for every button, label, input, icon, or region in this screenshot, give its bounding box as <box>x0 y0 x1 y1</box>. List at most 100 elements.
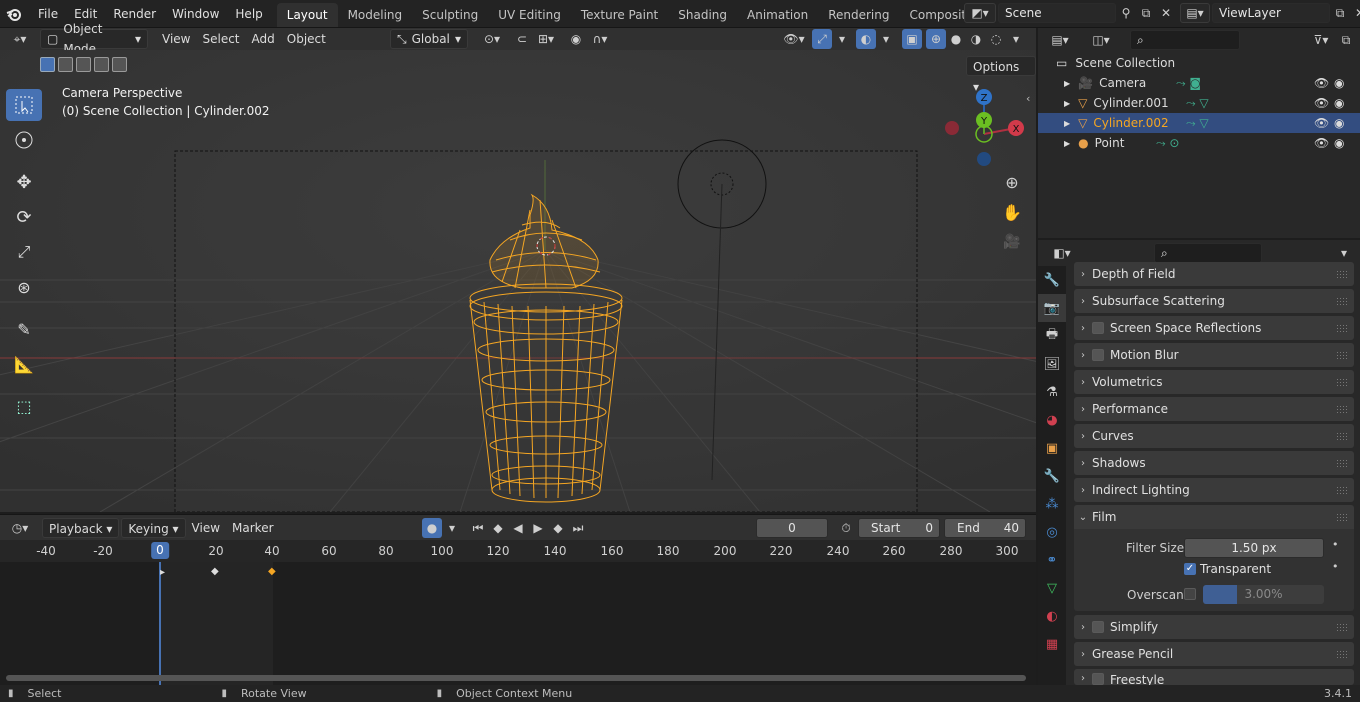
wireframe-shading-icon[interactable]: ⊕ <box>926 29 946 49</box>
film-header[interactable]: ⌄ Film <box>1074 505 1354 529</box>
drag-handle-icon[interactable] <box>1336 324 1348 332</box>
timeline-marker-menu[interactable]: Marker <box>226 518 279 538</box>
enable-checkbox[interactable] <box>1092 349 1104 361</box>
view-layer-field[interactable]: ViewLayer <box>1212 3 1330 23</box>
blender-logo-icon[interactable] <box>4 4 24 24</box>
frame-ruler[interactable]: -40 -20 0 20 40 60 80 100 120 140 160 18… <box>0 540 1036 562</box>
render-tab-icon[interactable]: 📷 <box>1038 294 1066 322</box>
play-reverse-icon[interactable]: ◀ <box>508 518 528 538</box>
particles-tab-icon[interactable]: ⁂ <box>1038 490 1066 518</box>
xray-toggle-icon[interactable]: ▣ <box>902 29 922 49</box>
keyframe-dot-icon[interactable]: • <box>1332 560 1339 573</box>
select-box-tool-icon[interactable] <box>6 89 42 121</box>
visibility-icon[interactable]: 👁▾ <box>780 29 808 49</box>
current-frame-field[interactable]: 0 <box>756 518 828 538</box>
render-camera-icon[interactable]: ◉ <box>1334 136 1344 150</box>
constraints-tab-icon[interactable]: ⚭ <box>1038 546 1066 574</box>
overlay-dropdown-icon[interactable]: ▾ <box>876 29 896 49</box>
select-intersect-icon[interactable] <box>112 57 127 72</box>
shading-dropdown-icon[interactable]: ▾ <box>1006 29 1026 49</box>
overlay-toggle-icon[interactable]: ◐ <box>856 29 876 49</box>
solid-shading-icon[interactable]: ● <box>946 29 966 49</box>
menu-file[interactable]: File <box>30 0 66 28</box>
scene-selector-icon[interactable]: ◩▾ <box>964 3 996 23</box>
drag-handle-icon[interactable] <box>1336 623 1348 631</box>
keying-menu[interactable]: Keying ▾ <box>121 517 186 538</box>
tab-animation[interactable]: Animation <box>737 3 818 27</box>
tab-texture-paint[interactable]: Texture Paint <box>571 3 668 27</box>
ruler-current-frame[interactable]: 0 <box>151 542 169 559</box>
drag-handle-icon[interactable] <box>1336 459 1348 467</box>
falloff-icon[interactable]: ∩▾ <box>586 29 614 49</box>
new-collection-icon[interactable]: ⧉ <box>1336 30 1356 50</box>
record-icon[interactable]: ● <box>422 518 442 538</box>
panel-grease-pencil[interactable]: › Grease Pencil <box>1074 642 1354 666</box>
select-difference-icon[interactable] <box>94 57 109 72</box>
keyframe-dot-icon[interactable]: • <box>1332 538 1339 551</box>
panel-volumetrics[interactable]: › Volumetrics <box>1074 370 1354 394</box>
outliner-editor-icon[interactable]: ▤▾ <box>1044 30 1076 50</box>
outliner-item-cylinder-002[interactable]: ▶ ▽ Cylinder.002 ⤳ ▽ 👁 ◉ <box>1038 113 1360 133</box>
drag-handle-icon[interactable] <box>1336 378 1348 386</box>
select-new-icon[interactable] <box>40 57 55 72</box>
end-frame-field[interactable]: End 40 <box>944 518 1026 538</box>
timeline-scrollbar[interactable] <box>6 675 1026 681</box>
transparent-checkbox[interactable]: ✓ <box>1184 563 1196 575</box>
jump-end-icon[interactable]: ⏭ <box>568 518 588 538</box>
outliner-item-cylinder-001[interactable]: ▶ ▽ Cylinder.001 ⤳ ▽ 👁 ◉ <box>1038 93 1360 113</box>
render-camera-icon[interactable]: ◉ <box>1334 116 1344 130</box>
gizmo-toggle-icon[interactable]: ⤢ <box>812 29 832 49</box>
camera-view-icon[interactable]: 🎥 <box>1002 232 1022 252</box>
keyframe-0-icon[interactable]: ▸ <box>160 567 165 578</box>
collapse-sidebar-icon[interactable]: ‹ <box>1026 92 1030 105</box>
pan-hand-icon[interactable]: ✋ <box>1002 202 1022 222</box>
tab-sculpting[interactable]: Sculpting <box>412 3 488 27</box>
transform-tool-icon[interactable]: ⊛ <box>6 271 42 303</box>
tab-uv-editing[interactable]: UV Editing <box>488 3 571 27</box>
enable-checkbox[interactable] <box>1092 322 1104 334</box>
options-dropdown[interactable]: Options ▾ <box>966 56 1036 94</box>
jump-start-icon[interactable]: ⏮ <box>468 518 488 538</box>
pin-icon[interactable]: ⚲ <box>1116 3 1136 23</box>
texture-tab-icon[interactable]: ▦ <box>1038 630 1066 658</box>
modifier-tab-icon[interactable]: 🔧 <box>1038 462 1066 490</box>
snap-target-icon[interactable]: ⊞▾ <box>532 29 560 49</box>
gizmo-dropdown-icon[interactable]: ▾ <box>832 29 852 49</box>
keyframe-40-icon[interactable]: ◆ <box>268 566 276 577</box>
properties-search-input[interactable]: ⌕ <box>1154 243 1262 263</box>
mode-dropdown[interactable]: ▢ Object Mode ▾ <box>40 22 148 56</box>
tab-layout[interactable]: Layout <box>276 3 338 27</box>
start-frame-field[interactable]: Start 0 <box>858 518 940 538</box>
close-scene-icon[interactable]: ✕ <box>1156 3 1176 23</box>
3d-viewport[interactable]: Camera Perspective (0) Scene Collection … <box>0 50 1036 512</box>
properties-options-icon[interactable]: ▾ <box>1334 243 1354 263</box>
close-view-layer-icon[interactable]: ✕ <box>1350 3 1360 23</box>
select-extend-icon[interactable] <box>58 57 73 72</box>
visibility-eye-icon[interactable]: 👁 <box>1314 96 1329 110</box>
overscan-slider[interactable]: 3.00% <box>1203 585 1324 604</box>
select-subtract-icon[interactable] <box>76 57 91 72</box>
navigation-gizmo[interactable]: Z Y X <box>940 84 1032 166</box>
data-tab-icon[interactable]: ▽ <box>1038 574 1066 602</box>
render-camera-icon[interactable]: ◉ <box>1334 96 1344 110</box>
panel-subsurface-scattering[interactable]: › Subsurface Scattering <box>1074 289 1354 313</box>
panel-motion-blur[interactable]: › Motion Blur <box>1074 343 1354 367</box>
pivot-point-icon[interactable]: ⊙▾ <box>478 29 506 49</box>
next-keyframe-icon[interactable]: ◆ <box>548 518 568 538</box>
outliner-search-input[interactable]: ⌕ <box>1130 30 1240 50</box>
panel-depth-of-field[interactable]: › Depth of Field <box>1074 262 1354 286</box>
prev-keyframe-icon[interactable]: ◆ <box>488 518 508 538</box>
tab-modeling[interactable]: Modeling <box>338 3 413 27</box>
scene-name-field[interactable]: Scene <box>998 3 1116 23</box>
outliner-item-point[interactable]: ▶ ● Point ⤳ ⊙ 👁 ◉ <box>1038 133 1360 153</box>
drag-handle-icon[interactable] <box>1336 513 1348 521</box>
material-tab-icon[interactable]: ◐ <box>1038 602 1066 630</box>
enable-checkbox[interactable] <box>1092 621 1104 633</box>
scene-tab-icon[interactable]: ⚗ <box>1038 378 1066 406</box>
menu-object[interactable]: Object <box>281 29 332 49</box>
outliner-item-camera[interactable]: ▶ 🎥 Camera ⤳ ◙ 👁 ◉ <box>1038 73 1360 93</box>
panel-screen-space-reflections[interactable]: › Screen Space Reflections <box>1074 316 1354 340</box>
world-tab-icon[interactable]: ◕ <box>1038 406 1066 434</box>
output-tab-icon[interactable]: 🖶 <box>1038 322 1066 350</box>
timeline-editor-icon[interactable]: ◷▾ <box>4 518 36 538</box>
